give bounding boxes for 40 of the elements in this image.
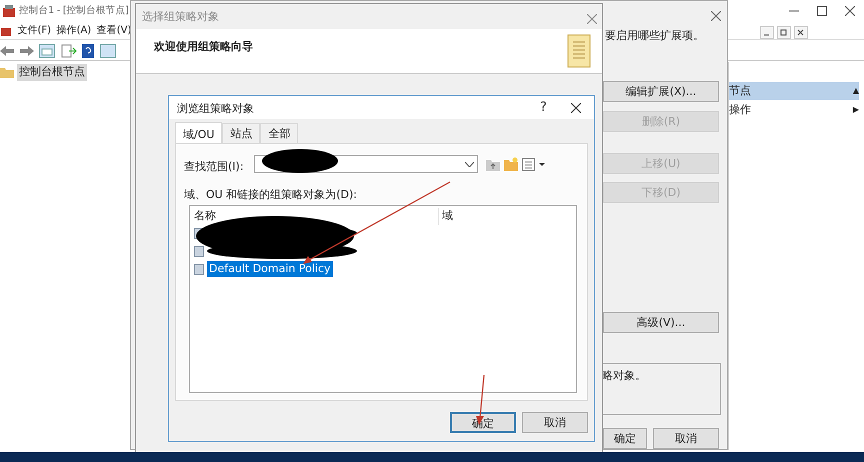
- close-icon[interactable]: [845, 6, 855, 16]
- back-icon[interactable]: [0, 46, 14, 56]
- view-menu-icon[interactable]: [522, 158, 546, 171]
- list-label: 域、OU 和链接的组策略对象为(D):: [184, 187, 357, 203]
- maximize-icon[interactable]: [817, 6, 827, 16]
- help-button[interactable]: ?: [540, 101, 547, 114]
- up-folder-icon[interactable]: [486, 158, 500, 171]
- export-icon[interactable]: [60, 44, 76, 58]
- tree-item[interactable]: 控制台根节点: [16, 64, 87, 80]
- prompt-text: 要启用哪些扩展项。: [605, 28, 704, 44]
- menu-item[interactable]: 操作(A): [56, 23, 92, 38]
- dropdown-caret-icon: [465, 162, 474, 167]
- tab[interactable]: 站点: [222, 122, 260, 144]
- minimize-icon[interactable]: [760, 26, 774, 39]
- console-tree-icon[interactable]: [39, 44, 55, 58]
- actions-item[interactable]: 操作 ▶: [729, 101, 859, 119]
- submenu-arrow: ▶: [852, 104, 859, 116]
- close-icon[interactable]: [571, 103, 581, 113]
- restore-icon[interactable]: [776, 26, 791, 39]
- menu-item[interactable]: 文件(F): [18, 23, 52, 38]
- dialog-button[interactable]: 取消: [522, 412, 588, 433]
- actions-header[interactable]: 节点 ▲: [729, 82, 859, 100]
- tab[interactable]: 全部: [260, 122, 298, 144]
- wizard-heading: 欢迎使用组策略向导: [154, 39, 253, 55]
- wizard-title: 选择组策略对象: [142, 9, 219, 25]
- console-icon: [2, 4, 16, 18]
- column-header[interactable]: 域: [442, 208, 562, 224]
- dialog-title: 浏览组策略对象: [177, 101, 254, 117]
- dialog-button[interactable]: 确定: [603, 428, 647, 449]
- collapse-arrow: ▲: [852, 85, 859, 97]
- folder-icon: [0, 66, 14, 78]
- list-item[interactable]: Default Domain Policy: [207, 260, 333, 278]
- dialog-button[interactable]: 取消: [653, 428, 719, 449]
- window-icon[interactable]: [100, 44, 116, 58]
- window-title: 控制台1 - [控制台根节点]: [18, 4, 129, 18]
- forward-icon[interactable]: [20, 46, 34, 56]
- dialog-button[interactable]: 高级(V)...: [603, 312, 719, 333]
- tab[interactable]: 域/OU: [175, 122, 222, 145]
- dialog-button[interactable]: 编辑扩展(X)...: [603, 81, 719, 102]
- look-in-label: 查找范围(I):: [184, 159, 244, 175]
